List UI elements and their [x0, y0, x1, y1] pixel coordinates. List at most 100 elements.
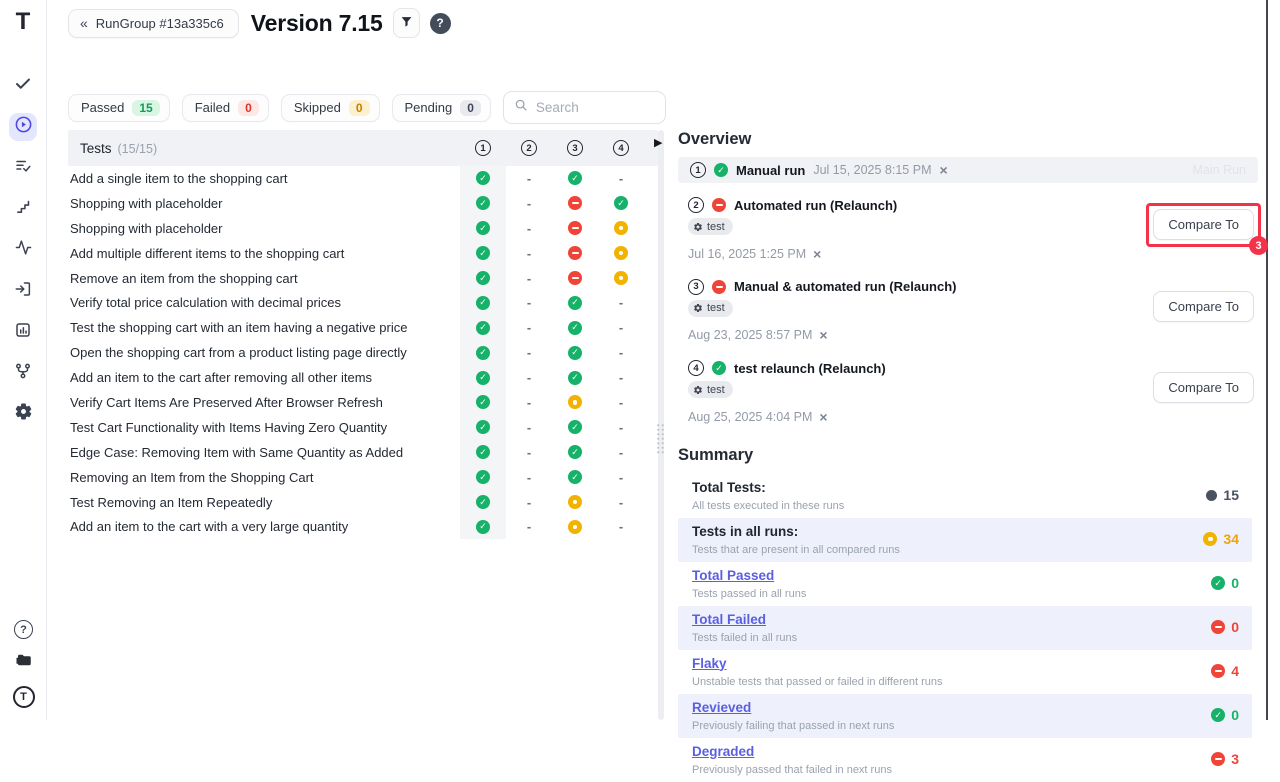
summary-link[interactable]: Total Passed — [692, 568, 774, 583]
steps-icon — [15, 198, 32, 220]
test-row[interactable]: Shopping with placeholder - — [68, 216, 658, 241]
app-logo[interactable]: T — [16, 10, 31, 34]
remove-run-icon[interactable]: × — [939, 163, 947, 177]
test-row[interactable]: Remove an item from the shopping cart - — [68, 266, 658, 291]
no-result-dash: - — [527, 345, 531, 360]
no-result-dash: - — [527, 420, 531, 435]
test-row[interactable]: Add an item to the cart after removing a… — [68, 365, 658, 390]
sidebar-item-pulse[interactable] — [9, 236, 37, 264]
test-row[interactable]: Open the shopping cart from a product li… — [68, 340, 658, 365]
help-circle-icon[interactable]: ? — [14, 620, 33, 639]
run-tag-label: test — [707, 384, 725, 396]
filter-pill-failed[interactable]: Failed 0 — [182, 94, 269, 122]
filter-button[interactable] — [393, 8, 420, 38]
no-result-dash: - — [619, 171, 623, 186]
run-column-number-icon: 1 — [475, 140, 491, 156]
divider-grip-handle[interactable] — [656, 423, 665, 455]
no-result-dash: - — [527, 395, 531, 410]
sidebar-item-branches[interactable] — [9, 359, 37, 387]
test-name: Verify total price calculation with deci… — [68, 295, 460, 310]
compare-wrap: Compare To — [1153, 372, 1254, 403]
run-number: 4 — [688, 360, 704, 376]
sidebar-item-runs[interactable] — [9, 113, 37, 141]
scrollbar-edge[interactable] — [1266, 0, 1268, 720]
annotation-badge: 3 — [1249, 236, 1268, 255]
remove-run-icon[interactable]: × — [819, 410, 827, 424]
sidebar-item-test-list[interactable] — [9, 154, 37, 182]
summary-link[interactable]: Degraded — [692, 744, 754, 759]
remove-run-icon[interactable]: × — [819, 328, 827, 342]
import-icon — [14, 280, 32, 303]
logo-circle-icon[interactable]: T — [13, 686, 35, 708]
search-box — [503, 91, 666, 124]
run-tag: test — [688, 218, 733, 235]
sidebar-item-analytics[interactable] — [9, 318, 37, 346]
test-name: Test Removing an Item Repeatedly — [68, 495, 460, 510]
status-cell — [460, 216, 506, 241]
run-column-header[interactable]: 3 — [552, 140, 598, 156]
search-input[interactable] — [536, 100, 656, 115]
summary-row: Tests in all runs: Tests that are presen… — [678, 518, 1252, 562]
compare-to-button[interactable]: Compare To — [1153, 372, 1254, 403]
page-header: « RunGroup #13a335c6 Version 7.15 ? — [68, 8, 451, 38]
folder-icon[interactable] — [15, 651, 33, 674]
status-cell — [552, 365, 598, 390]
status-cell: - — [506, 415, 552, 440]
sidebar-item-check[interactable] — [9, 72, 37, 100]
sidebar-item-settings[interactable] — [9, 400, 37, 428]
status-skipped-icon — [568, 495, 582, 509]
collapse-panel-icon[interactable]: ▶ — [654, 138, 662, 149]
test-row[interactable]: Add multiple different items to the shop… — [68, 241, 658, 266]
no-result-dash: - — [619, 395, 623, 410]
status-passed-icon — [568, 321, 582, 335]
run-date-inline: Jul 15, 2025 8:15 PM — [813, 163, 931, 177]
sidebar-bottom: ? T — [0, 620, 47, 708]
run-item: 4 test relaunch (Relaunch) × test Aug 25… — [678, 360, 1258, 424]
status-cell: - — [598, 514, 644, 539]
status-cell — [460, 514, 506, 539]
status-failed-icon — [568, 246, 582, 260]
test-name: Shopping with placeholder — [68, 196, 460, 211]
test-row[interactable]: Add an item to the cart with a very larg… — [68, 514, 658, 539]
status-cell: - — [598, 415, 644, 440]
run-name: Manual & automated run (Relaunch) — [734, 279, 956, 294]
test-name: Test Cart Functionality with Items Havin… — [68, 420, 460, 435]
summary-failed-icon — [1211, 664, 1225, 678]
sidebar-item-import[interactable] — [9, 277, 37, 305]
status-cell: - — [506, 390, 552, 415]
no-result-dash: - — [527, 246, 531, 261]
test-row[interactable]: Shopping with placeholder - — [68, 191, 658, 216]
remove-run-icon[interactable]: × — [813, 247, 821, 261]
test-row[interactable]: Removing an Item from the Shopping Cart … — [68, 465, 658, 490]
run-name: Automated run (Relaunch) — [734, 198, 897, 213]
tag-gear-icon — [693, 385, 703, 395]
sidebar-item-steps[interactable] — [9, 195, 37, 223]
test-row[interactable]: Verify Cart Items Are Preserved After Br… — [68, 390, 658, 415]
help-button[interactable]: ? — [430, 13, 451, 34]
test-row[interactable]: Verify total price calculation with deci… — [68, 290, 658, 315]
compare-to-button[interactable]: Compare To — [1153, 209, 1254, 240]
test-name: Removing an Item from the Shopping Cart — [68, 470, 460, 485]
filter-pill-skipped[interactable]: Skipped 0 — [281, 94, 380, 122]
filter-pill-passed[interactable]: Passed 15 — [68, 94, 170, 122]
rungroup-back-button[interactable]: « RunGroup #13a335c6 — [68, 9, 239, 38]
summary-link[interactable]: Revieved — [692, 700, 751, 715]
compare-to-button[interactable]: Compare To — [1153, 291, 1254, 322]
summary-link[interactable]: Total Failed — [692, 612, 766, 627]
run-status-passed-icon — [714, 163, 728, 177]
test-row[interactable]: Add a single item to the shopping cart -… — [68, 166, 658, 191]
tests-title: Tests — [80, 141, 112, 156]
filter-pill-label: Passed — [81, 100, 124, 115]
summary-label: Tests in all runs: — [692, 524, 798, 539]
test-row[interactable]: Test Cart Functionality with Items Havin… — [68, 415, 658, 440]
status-skipped-icon — [614, 271, 628, 285]
run-column-header[interactable]: 1 — [460, 140, 506, 156]
summary-link[interactable]: Flaky — [692, 656, 727, 671]
run-column-header[interactable]: 2 — [506, 140, 552, 156]
test-row[interactable]: Edge Case: Removing Item with Same Quant… — [68, 440, 658, 465]
filter-pill-pending[interactable]: Pending 0 — [392, 94, 491, 122]
test-row[interactable]: Test the shopping cart with an item havi… — [68, 315, 658, 340]
run-column-header[interactable]: 4 — [598, 140, 644, 156]
test-row[interactable]: Test Removing an Item Repeatedly - - — [68, 490, 658, 515]
run-tag: test — [688, 300, 733, 317]
